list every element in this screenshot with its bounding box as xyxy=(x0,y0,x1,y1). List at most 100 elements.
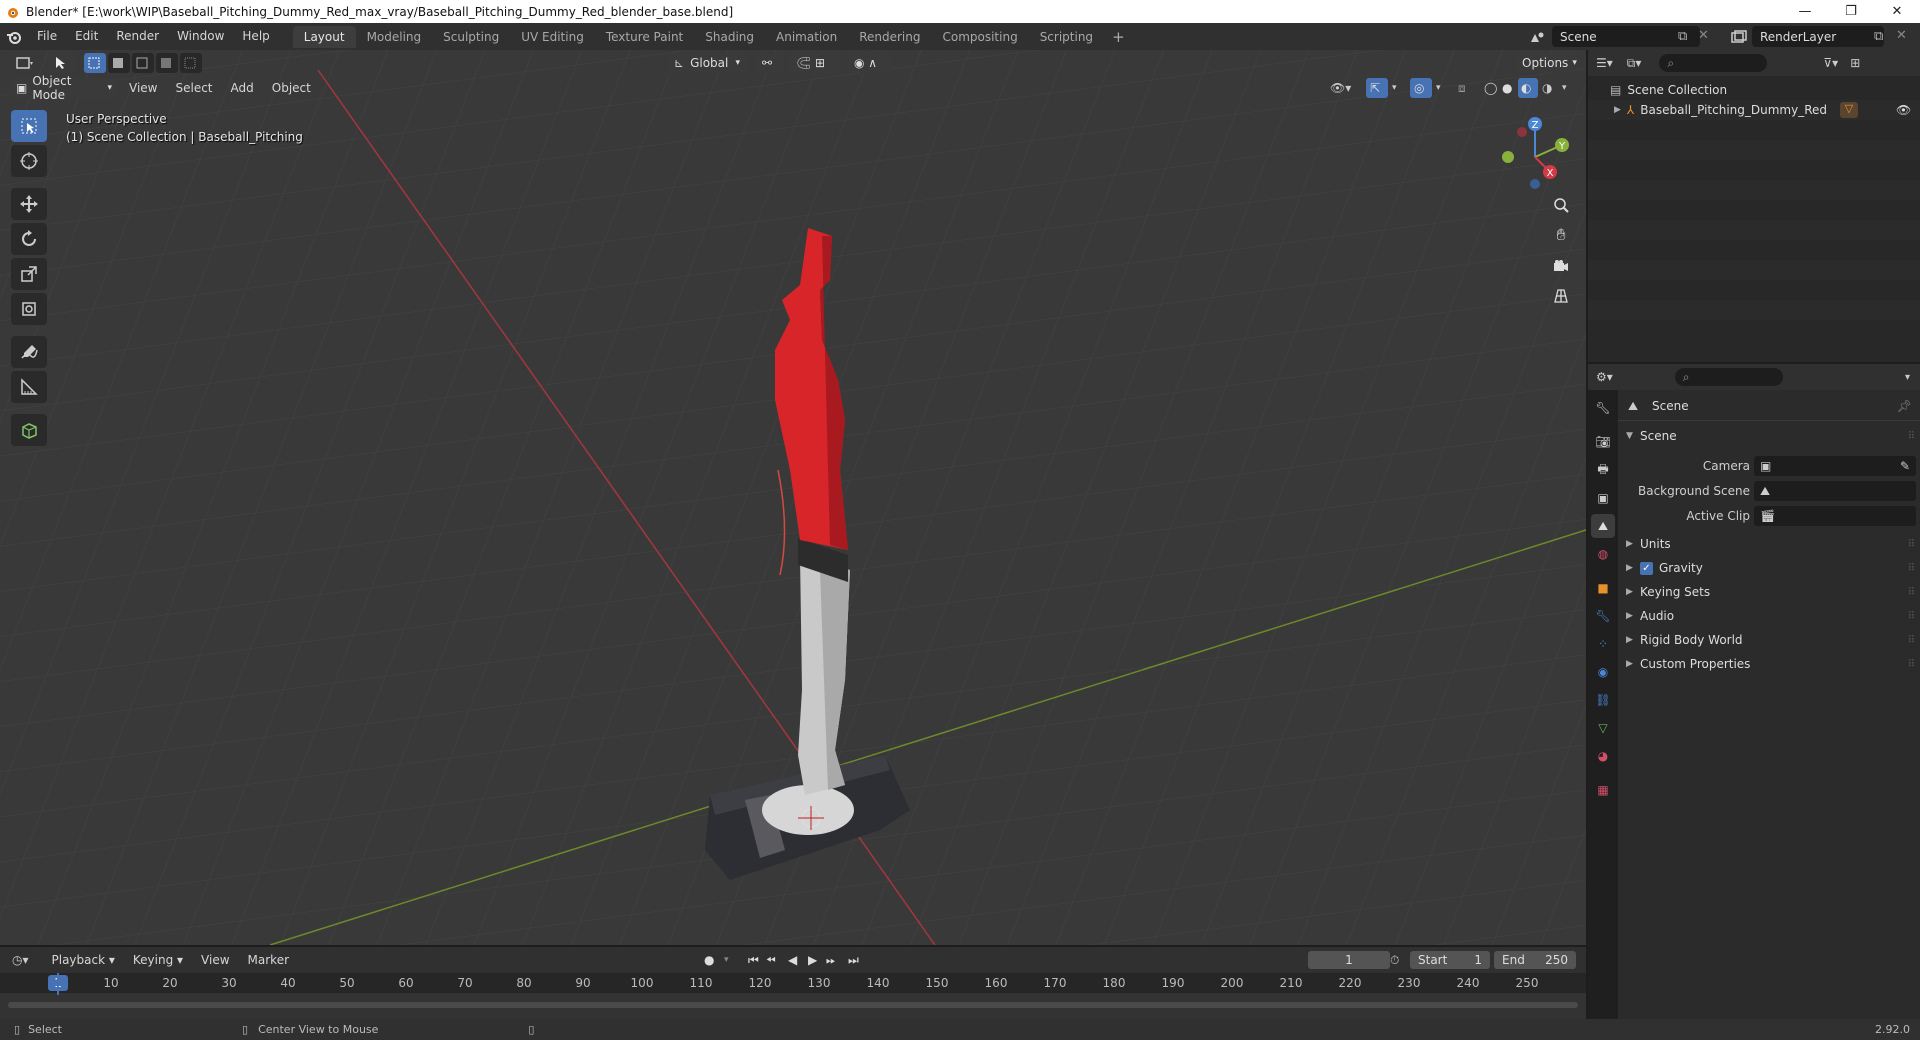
new-scene-icon[interactable]: ⧉ xyxy=(1678,29,1687,44)
drag-handle-icon[interactable]: ⠿ xyxy=(1908,635,1915,646)
tab-sculpting[interactable]: Sculpting xyxy=(432,26,510,48)
jump-start-icon[interactable]: ⏮︎ xyxy=(748,953,759,968)
pan-view-icon[interactable]: ✋︎ xyxy=(1548,222,1574,248)
scene-panel-header[interactable]: ▼ Scene ⠿ xyxy=(1618,424,1920,448)
measure-tool-icon[interactable] xyxy=(11,371,47,403)
gravity-subpanel[interactable]: ▶ ✓ Gravity ⠿ xyxy=(1618,556,1920,580)
scene-properties-icon[interactable]: ⛰︎ xyxy=(1591,514,1615,538)
timeline-editor-icon[interactable]: ◷▾ xyxy=(12,953,29,967)
transform-orientation-dropdown[interactable]: ⊾ Global ▾ xyxy=(668,53,746,73)
output-properties-icon[interactable]: 🖶︎ xyxy=(1591,458,1615,482)
constraints-properties-icon[interactable]: ⛓︎ xyxy=(1591,688,1615,712)
next-keyframe-icon[interactable]: ⏩︎ xyxy=(826,953,836,968)
modifier-icon[interactable]: ▽ xyxy=(1840,102,1858,118)
rotate-tool-icon[interactable] xyxy=(11,223,47,255)
chevron-down-icon[interactable]: ▾ xyxy=(1905,372,1910,383)
expand-arrow-icon[interactable]: ▶ xyxy=(1614,105,1621,115)
audio-subpanel[interactable]: ▶ Audio ⠿ xyxy=(1618,604,1920,628)
particles-properties-icon[interactable]: ⁘ xyxy=(1591,632,1615,656)
material-shading-icon[interactable]: ◐ xyxy=(1518,78,1538,98)
keying-sets-subpanel[interactable]: ▶ Keying Sets ⠿ xyxy=(1618,580,1920,604)
rendered-shading-icon[interactable]: ◑ xyxy=(1542,81,1552,95)
zoom-view-icon[interactable] xyxy=(1548,192,1574,218)
viewport-menu-select[interactable]: Select xyxy=(166,81,221,95)
units-subpanel[interactable]: ▶ Units ⠿ xyxy=(1618,532,1920,556)
filter-icon[interactable]: ⊽▾ xyxy=(1823,56,1838,70)
solid-shading-icon[interactable]: ● xyxy=(1502,81,1512,95)
record-icon[interactable]: ● xyxy=(704,953,714,967)
wireframe-shading-icon[interactable]: ◯ xyxy=(1484,81,1497,95)
rigid-body-world-subpanel[interactable]: ▶ Rigid Body World ⠿ xyxy=(1618,628,1920,652)
background-scene-field[interactable]: ⛰︎ xyxy=(1754,481,1916,501)
add-cube-tool-icon[interactable] xyxy=(11,414,47,446)
tab-uv-editing[interactable]: UV Editing xyxy=(510,26,595,48)
close-button[interactable]: ✕ xyxy=(1874,0,1920,23)
end-frame-field[interactable]: End 250 xyxy=(1494,951,1576,969)
gizmo-toggle-icon[interactable]: ⇱ xyxy=(1366,78,1388,98)
outliner-search-input[interactable]: ⌕ xyxy=(1659,54,1768,72)
object-properties-icon[interactable]: ■ xyxy=(1591,576,1615,600)
jump-end-icon[interactable]: ⏭︎ xyxy=(848,953,859,968)
new-layer-icon[interactable]: ⧉ xyxy=(1874,29,1883,44)
outliner-row-object[interactable]: ▶ ⅄ Baseball_Pitching_Dummy_Red ▽ 👁︎ xyxy=(1588,100,1920,120)
eyedropper-icon[interactable]: ✎ xyxy=(1900,459,1910,473)
select-intersect-icon[interactable] xyxy=(180,53,202,73)
3d-viewport[interactable]: ⊾ Global ▾ ⚯ 🧲︎ ⊞ ◉ ∧ Options ▾ ▣ Object… xyxy=(0,50,1586,945)
outliner-row-scene-collection[interactable]: ▤ Scene Collection xyxy=(1588,80,1920,100)
drag-handle-icon[interactable]: ⠿ xyxy=(1908,659,1915,670)
snap-icon[interactable]: 🧲︎ ⊞ xyxy=(790,53,840,73)
camera-field[interactable]: ▣ ✎ xyxy=(1754,456,1916,476)
timeline-ruler[interactable]: 1 10 20 30 40 50 60 70 80 90 100 110 120… xyxy=(0,973,1586,993)
scale-tool-icon[interactable] xyxy=(11,258,47,290)
pin-icon[interactable]: 📌︎ xyxy=(1897,399,1912,413)
render-layer-icon[interactable] xyxy=(1726,27,1752,47)
viewport-menu-add[interactable]: Add xyxy=(222,81,263,95)
timeline-menu-marker[interactable]: Marker xyxy=(239,953,298,967)
add-workspace-button[interactable]: + xyxy=(1104,28,1133,46)
prev-keyframe-icon[interactable]: ⏪︎ xyxy=(766,953,776,968)
menu-edit[interactable]: Edit xyxy=(66,23,107,50)
visibility-eye-icon[interactable]: 👁︎ xyxy=(1896,103,1911,117)
outliner-editor-icon[interactable]: ☰▾ xyxy=(1596,56,1613,70)
tab-scripting[interactable]: Scripting xyxy=(1029,26,1104,48)
current-frame-field[interactable]: 1 xyxy=(1308,951,1390,969)
render-properties-icon[interactable]: 📷︎ xyxy=(1591,430,1615,454)
properties-editor-icon[interactable]: ⚙︎▾ xyxy=(1596,370,1613,384)
blender-logo-icon[interactable] xyxy=(0,23,28,50)
navigation-gizmo[interactable]: Z Y X xyxy=(1490,112,1580,202)
menu-help[interactable]: Help xyxy=(233,23,278,50)
properties-search-input[interactable]: ⌕ xyxy=(1674,368,1783,386)
options-dropdown[interactable]: Options ▾ xyxy=(1516,53,1577,73)
visibility-icon[interactable]: 👁︎▾ xyxy=(1330,81,1351,95)
menu-render[interactable]: Render xyxy=(107,23,168,50)
timeline-menu-view[interactable]: View xyxy=(192,953,238,967)
world-properties-icon[interactable]: ◍ xyxy=(1591,542,1615,566)
modifier-properties-icon[interactable]: 🔧︎ xyxy=(1591,604,1615,628)
viewport-menu-object[interactable]: Object xyxy=(263,81,320,95)
overlay-toggle-icon[interactable]: ◎ xyxy=(1410,78,1432,98)
drag-handle-icon[interactable]: ⠿ xyxy=(1908,563,1915,574)
select-subtract-icon[interactable] xyxy=(132,53,154,73)
remove-layer-icon[interactable]: ✕ xyxy=(1896,28,1907,43)
timeline-track[interactable] xyxy=(0,973,1586,1019)
render-layer-field[interactable]: RenderLayer xyxy=(1752,26,1884,47)
select-box-tool-icon[interactable] xyxy=(11,110,47,142)
menu-window[interactable]: Window xyxy=(168,23,233,50)
tab-modeling[interactable]: Modeling xyxy=(356,26,433,48)
select-tool-icon[interactable] xyxy=(48,53,74,73)
timer-icon[interactable]: ⏱︎ xyxy=(1390,953,1399,968)
tool-properties-icon[interactable]: 🔧︎ xyxy=(1591,396,1615,420)
data-properties-icon[interactable]: ▽ xyxy=(1591,716,1615,740)
drag-handle-icon[interactable]: ⠿ xyxy=(1908,539,1915,550)
select-extend-icon[interactable] xyxy=(108,53,130,73)
mode-dropdown[interactable]: ▣ Object Mode ▾ xyxy=(10,74,118,102)
restore-button[interactable]: ❐ xyxy=(1828,0,1874,23)
custom-properties-subpanel[interactable]: ▶ Custom Properties ⠿ xyxy=(1618,652,1920,676)
viewport-menu-view[interactable]: View xyxy=(120,81,166,95)
move-tool-icon[interactable] xyxy=(11,188,47,220)
gravity-checkbox[interactable]: ✓ xyxy=(1640,561,1653,575)
chevron-down-icon[interactable]: ▾ xyxy=(1392,83,1397,93)
active-clip-field[interactable]: 🎬︎ xyxy=(1754,506,1916,526)
view-layer-properties-icon[interactable]: ▣ xyxy=(1591,486,1615,510)
pivot-point-icon[interactable]: ⚯ xyxy=(756,53,784,73)
